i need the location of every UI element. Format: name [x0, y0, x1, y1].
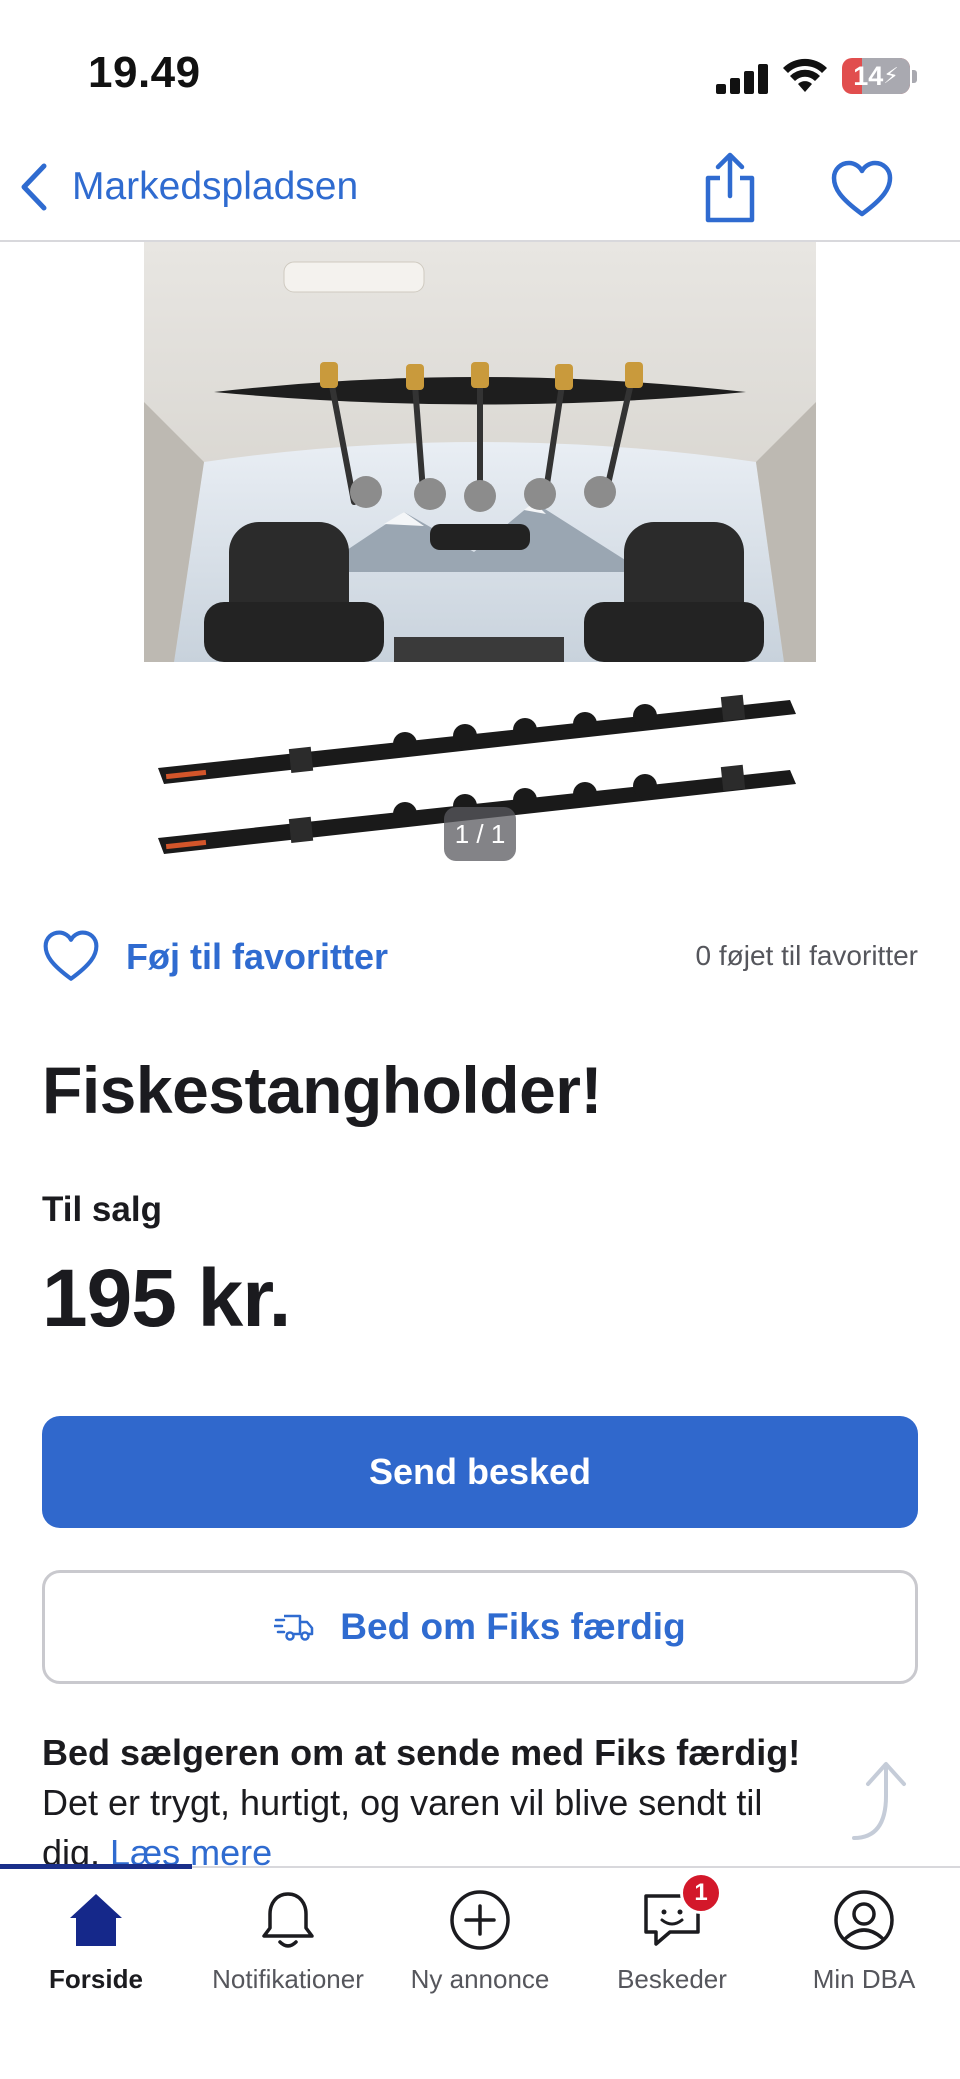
share-icon[interactable] — [700, 150, 760, 224]
heart-icon — [43, 930, 99, 981]
strap-product-photo — [158, 694, 796, 854]
nav-header: Markedspladsen — [0, 140, 960, 242]
favorites-row: Føj til favoritter 0 føjet til favoritte… — [42, 922, 918, 992]
tab-forside[interactable]: Forside — [0, 1888, 192, 2008]
back-label: Markedspladsen — [72, 165, 359, 208]
tab-notifikationer[interactable]: Notifikationer — [192, 1888, 384, 2008]
wifi-icon — [783, 58, 827, 92]
add-to-favorites-button[interactable]: Føj til favoritter — [42, 922, 388, 992]
tab-ny-annonce[interactable]: Ny annonce — [384, 1888, 576, 2008]
cellular-signal-icon — [716, 64, 768, 94]
tab-label: Notifikationer — [212, 1964, 364, 1994]
active-tab-indicator — [0, 1864, 192, 1869]
favorites-count: 0 føjet til favoritter — [695, 940, 918, 971]
delivery-truck-icon — [274, 1614, 314, 1641]
tab-beskeder[interactable]: 1 Beskeder — [576, 1872, 768, 2008]
listing-title: Fiskestangholder! — [42, 1053, 602, 1127]
profile-icon — [834, 1890, 894, 1950]
bell-icon — [262, 1892, 314, 1948]
image-counter: 1 / 1 — [444, 807, 516, 861]
request-fiks-label: Bed om Fiks færdig — [340, 1606, 686, 1647]
status-bar: 19.49 14 ⚡ — [0, 0, 960, 150]
tab-min-dba[interactable]: Min DBA — [768, 1888, 960, 2008]
tab-label: Beskeder — [617, 1964, 727, 1994]
chevron-left-icon — [21, 163, 47, 211]
battery-icon: 14 ⚡ — [842, 58, 910, 94]
tab-label: Min DBA — [812, 1964, 916, 1994]
send-message-label: Send besked — [368, 1451, 592, 1492]
sale-type: Til salg — [42, 1190, 162, 1229]
send-message-button[interactable]: Send besked — [42, 1416, 918, 1528]
tab-bar: Forside Notifikationer Ny annonce 1 Besk… — [0, 1864, 960, 2079]
add-to-favorites-label: Føj til favoritter — [126, 936, 389, 977]
heart-icon[interactable] — [830, 158, 894, 222]
image-gallery[interactable]: 1 / 1 — [0, 242, 960, 892]
scroll-to-top-icon[interactable] — [846, 1756, 918, 1842]
tab-label: Ny annonce — [410, 1964, 550, 1994]
listing-price: 195 kr. — [42, 1253, 291, 1344]
status-time: 19.49 — [88, 48, 201, 97]
fiks-info-bold: Bed sælgeren om at sende med Fiks færdig… — [42, 1732, 801, 1773]
fiks-info-text: Bed sælgeren om at sende med Fiks færdig… — [42, 1728, 802, 1878]
car-interior-photo — [144, 242, 816, 662]
home-icon — [70, 1894, 122, 1946]
chat-icon-wrapper: 1 — [640, 1872, 722, 1952]
request-fiks-button[interactable]: Bed om Fiks færdig — [42, 1570, 918, 1684]
unread-badge: 1 — [680, 1872, 722, 1914]
tab-label: Forside — [49, 1964, 143, 1994]
plus-circle-icon — [450, 1890, 510, 1950]
back-button[interactable]: Markedspladsen — [18, 152, 358, 222]
battery-level: 14 — [853, 60, 884, 91]
